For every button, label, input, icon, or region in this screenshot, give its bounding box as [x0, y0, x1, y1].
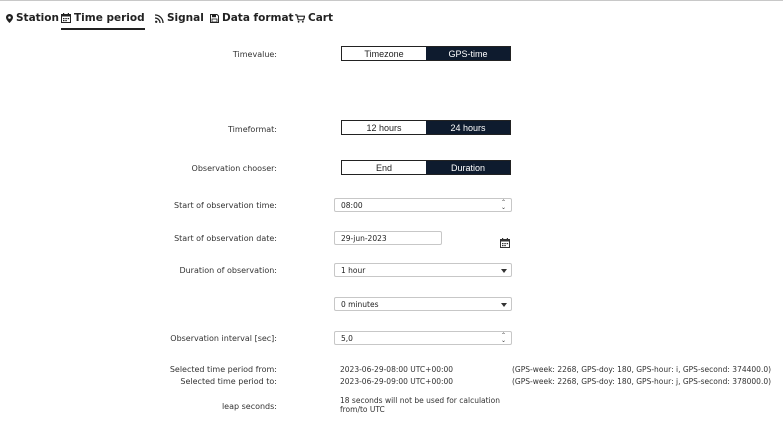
start-date-label: Start of observation date: [174, 234, 277, 243]
start-time-input[interactable]: 08:00 ⌃ ⌄ [334, 198, 512, 212]
duration-minutes-select[interactable]: 0 minutes [334, 297, 512, 311]
top-divider [0, 0, 783, 1]
tab-time-period-label: Time period [74, 12, 145, 24]
start-time-label: Start of observation time: [174, 201, 277, 210]
spinner-icon[interactable]: ⌃ ⌄ [499, 333, 508, 344]
period-from-value: 2023-06-29-08:00 UTC+00:00 [340, 365, 454, 374]
interval-label: Observation interval [sec]: [170, 334, 277, 343]
leap-seconds-label: leap seconds: [221, 402, 277, 411]
spinner-icon[interactable]: ⌃ ⌄ [499, 200, 508, 211]
map-marker-icon [6, 13, 13, 23]
timevalue-option-timezone[interactable]: Timezone [342, 47, 426, 60]
timevalue-option-gps-time[interactable]: GPS-time [426, 47, 510, 60]
tab-data-format[interactable]: Data format [210, 8, 294, 28]
duration-hours-value: 1 hour [341, 265, 366, 275]
rss-icon [155, 13, 164, 23]
observation-option-duration[interactable]: Duration [426, 161, 510, 174]
tab-time-period[interactable]: Time period [61, 8, 145, 30]
tab-signal[interactable]: Signal [155, 8, 204, 28]
interval-value: 5,0 [341, 333, 353, 343]
calendar-picker-icon[interactable] [500, 233, 510, 248]
observation-chooser-toggle: End Duration [341, 160, 511, 175]
leap-seconds-text-line2: from/to UTC [340, 405, 385, 414]
start-time-value: 08:00 [341, 200, 363, 210]
leap-seconds-text-line1: 18 seconds will not be used for calculat… [340, 396, 501, 405]
tab-station-label: Station [16, 12, 59, 24]
period-to-gps: (GPS-week: 2268, GPS-doy: 180, GPS-hour:… [512, 377, 772, 386]
duration-label: Duration of observation: [179, 266, 277, 275]
chevron-down-icon [501, 269, 507, 273]
period-to-value: 2023-06-29-09:00 UTC+00:00 [340, 377, 454, 386]
tab-cart[interactable]: Cart [295, 8, 333, 28]
cart-icon [295, 13, 305, 23]
observation-chooser-label: Observation chooser: [191, 164, 277, 173]
floppy-disk-icon [210, 13, 219, 23]
start-date-value: 29-jun-2023 [341, 233, 387, 243]
observation-option-end[interactable]: End [342, 161, 426, 174]
duration-hours-select[interactable]: 1 hour [334, 263, 512, 277]
tab-data-format-label: Data format [222, 12, 294, 24]
timeformat-option-24h[interactable]: 24 hours [426, 121, 510, 134]
start-date-input[interactable]: 29-jun-2023 [334, 231, 442, 245]
timeformat-toggle: 12 hours 24 hours [341, 120, 511, 135]
timeformat-label: Timeformat: [228, 125, 277, 134]
timevalue-toggle: Timezone GPS-time [341, 46, 511, 61]
timevalue-label: Timevalue: [232, 50, 277, 59]
period-from-gps: (GPS-week: 2268, GPS-doy: 180, GPS-hour:… [512, 365, 772, 374]
tab-cart-label: Cart [308, 12, 333, 24]
period-to-label: Selected time period to: [180, 377, 277, 386]
interval-input[interactable]: 5,0 ⌃ ⌄ [334, 331, 512, 345]
duration-minutes-value: 0 minutes [341, 299, 379, 309]
tab-signal-label: Signal [167, 12, 204, 24]
timeformat-option-12h[interactable]: 12 hours [342, 121, 426, 134]
tab-station[interactable]: Station [6, 8, 59, 28]
tab-bar: Station Time period Signal Data format C… [0, 8, 783, 30]
period-from-label: Selected time period from: [169, 365, 277, 374]
calendar-icon [61, 13, 71, 23]
chevron-down-icon [501, 303, 507, 307]
